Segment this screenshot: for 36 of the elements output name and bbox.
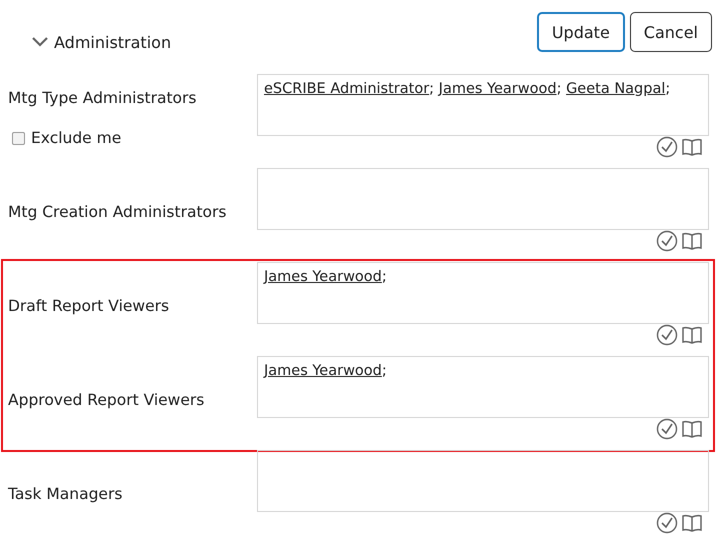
separator: ; xyxy=(382,363,387,379)
checkbox[interactable] xyxy=(12,132,25,144)
field-label: Draft Report Viewers xyxy=(8,297,170,315)
check-names-icon[interactable] xyxy=(656,324,678,346)
book-icon[interactable] xyxy=(681,324,703,346)
separator: ; xyxy=(382,269,387,285)
people-field[interactable]: eSCRIBE Administrator; James Yearwood; Geeta Nagpal; xyxy=(257,74,709,136)
field-label: Mtg Creation Administrators xyxy=(8,203,228,221)
person-link[interactable]: James Yearwood xyxy=(264,363,382,379)
check-names-icon[interactable] xyxy=(656,230,678,252)
book-icon[interactable] xyxy=(681,418,703,440)
book-icon[interactable] xyxy=(681,230,703,252)
checkbox-label: Exclude me xyxy=(31,129,122,147)
book-icon[interactable] xyxy=(681,512,703,534)
book-icon[interactable] xyxy=(681,136,703,158)
people-field[interactable] xyxy=(257,168,709,230)
separator: ; xyxy=(665,81,670,97)
person-link[interactable]: Geeta Nagpal xyxy=(566,81,666,97)
field-label: Task Managers xyxy=(8,485,124,503)
chevron-icon[interactable] xyxy=(32,36,48,48)
check-names-icon[interactable] xyxy=(656,136,678,158)
person-link[interactable]: James Yearwood xyxy=(264,269,382,285)
person-link[interactable]: James Yearwood xyxy=(438,81,557,97)
people-field[interactable] xyxy=(257,450,709,512)
separator: ; xyxy=(556,81,562,97)
check-names-icon[interactable] xyxy=(656,512,678,534)
section-title[interactable]: Administration xyxy=(54,32,172,52)
people-field[interactable]: James Yearwood; xyxy=(257,262,709,324)
field-label: Approved Report Viewers xyxy=(8,391,206,409)
cancel-button[interactable]: Cancel xyxy=(630,12,712,52)
check-names-icon[interactable] xyxy=(656,418,678,440)
separator: ; xyxy=(429,81,434,97)
field-label: Mtg Type Administrators xyxy=(8,89,198,107)
people-field[interactable]: James Yearwood; xyxy=(257,356,709,418)
update-button[interactable]: Update xyxy=(536,12,625,52)
person-link[interactable]: eSCRIBE Administrator xyxy=(264,81,430,97)
